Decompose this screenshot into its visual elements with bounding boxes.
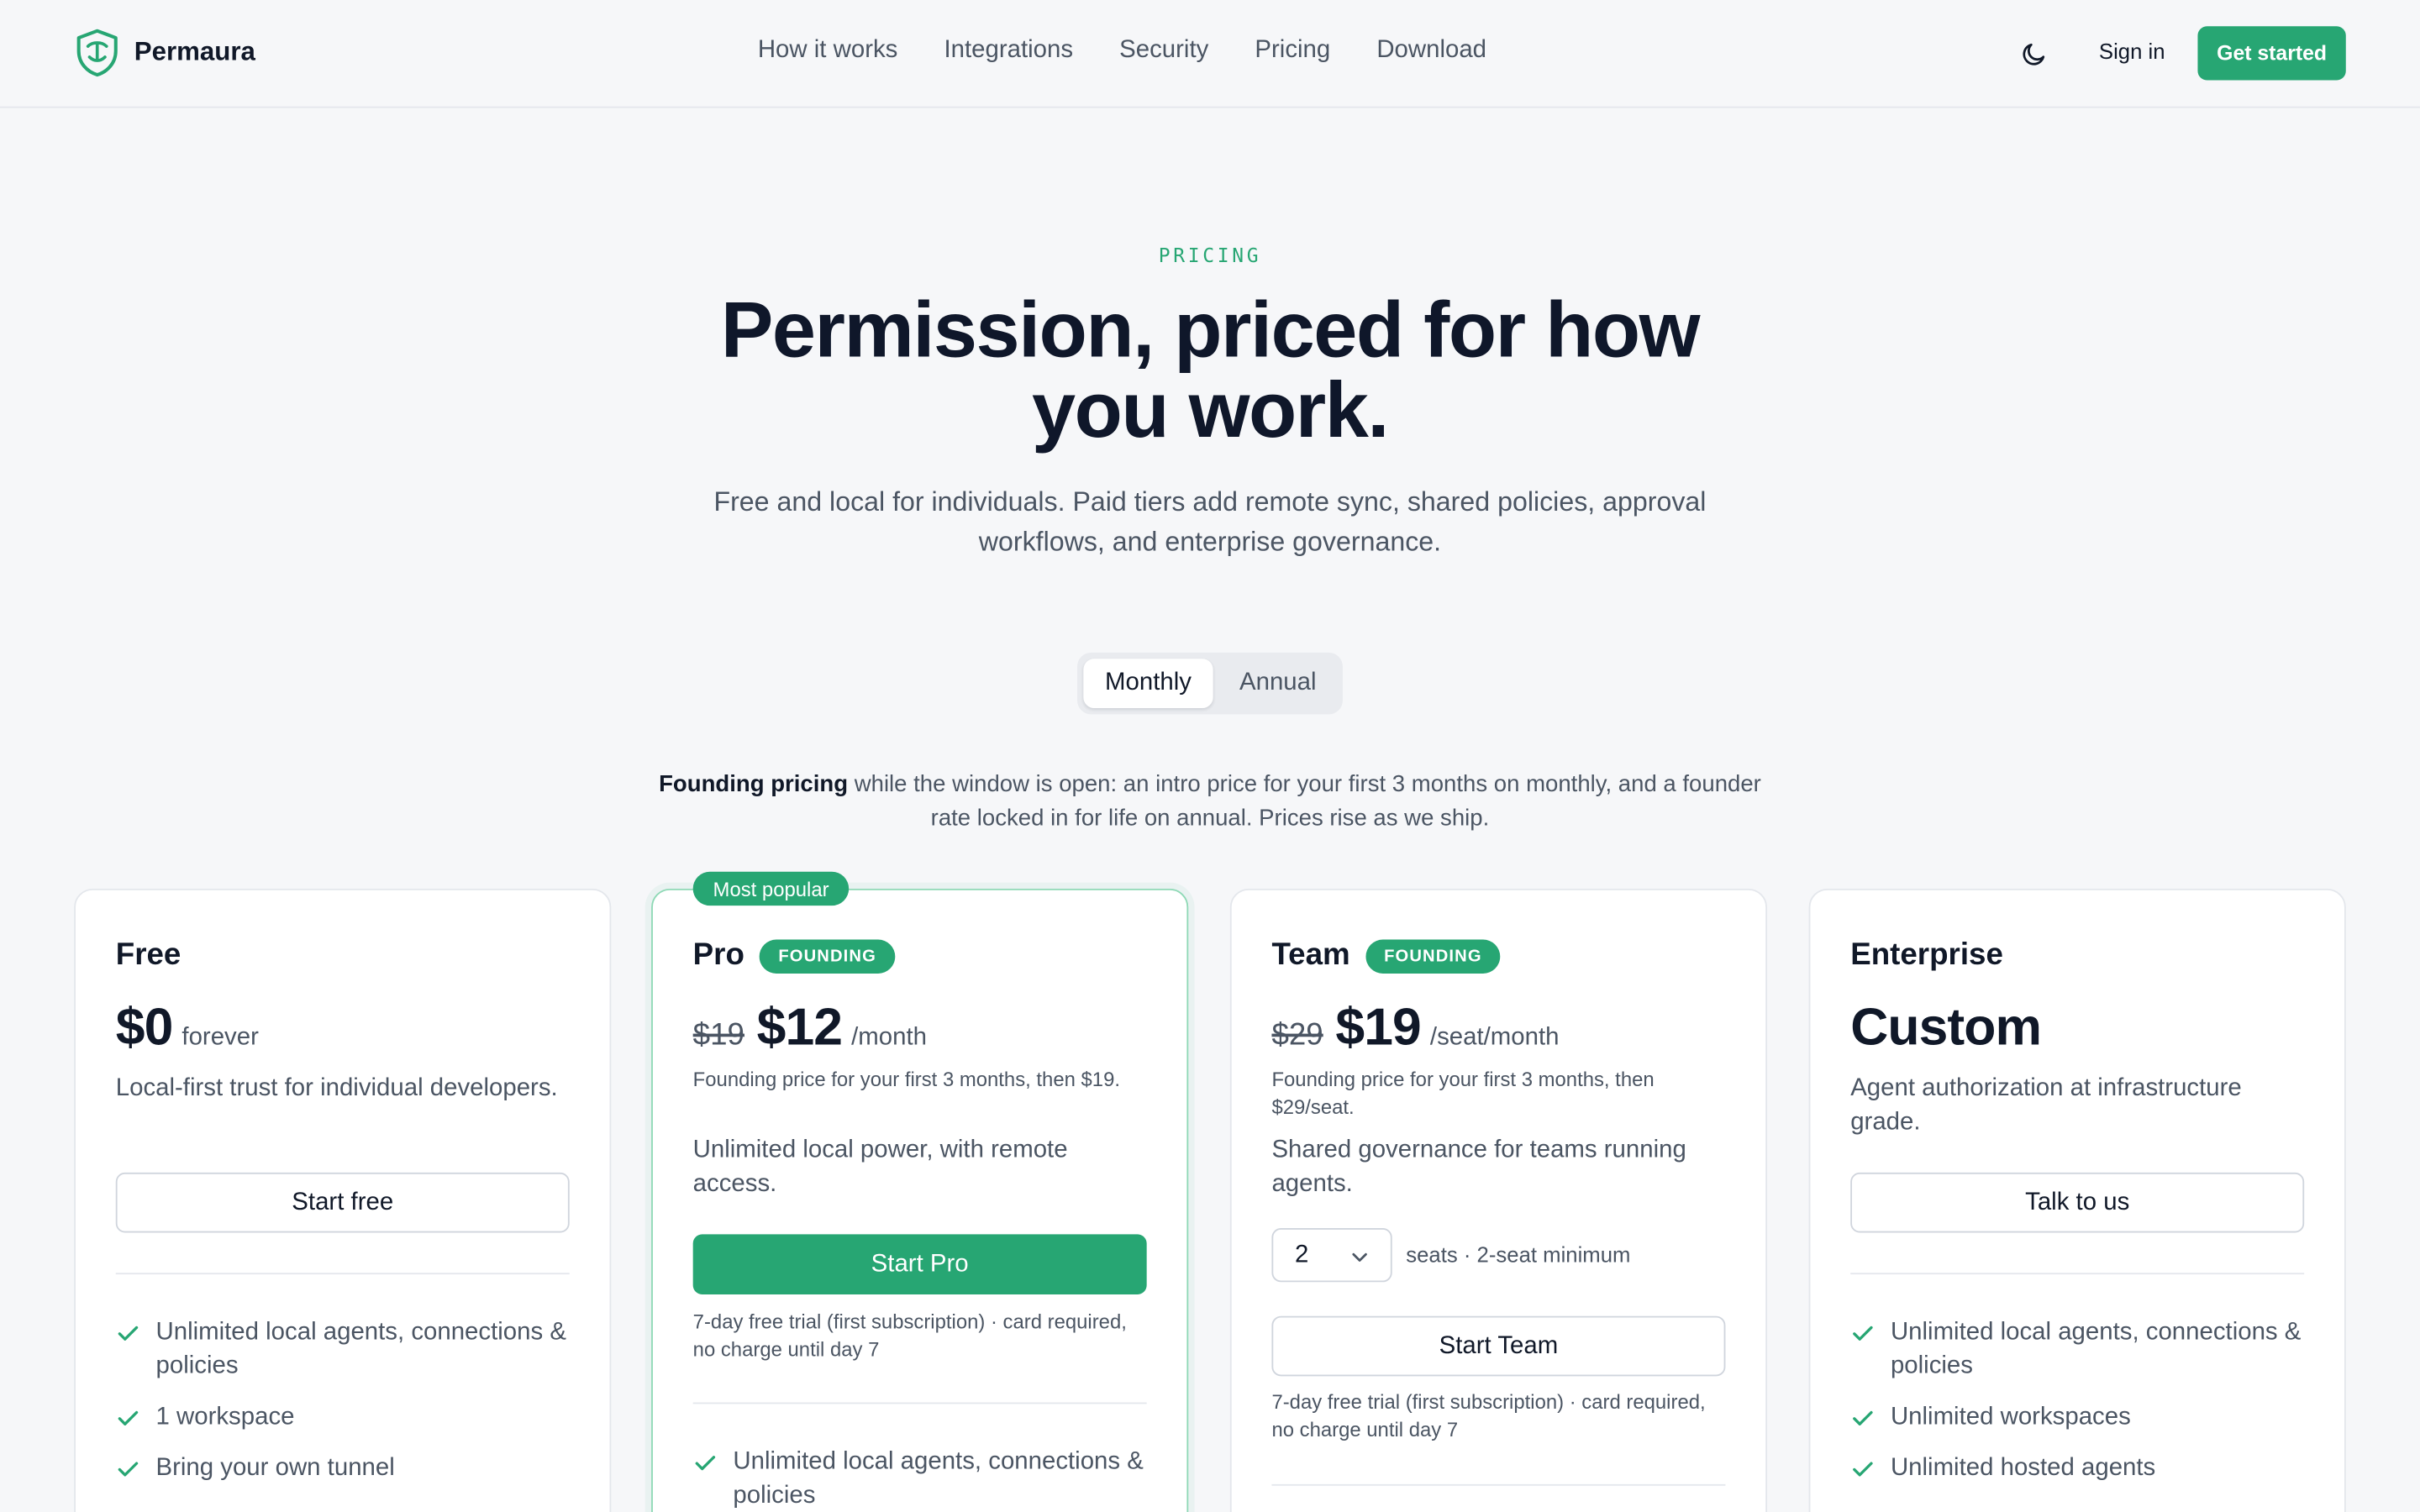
price-amount: $0 (115, 998, 174, 1058)
plan-card-free: Free $0 forever Local-first trust for in… (74, 888, 612, 1512)
plan-price: Custom (1850, 998, 2042, 1058)
plan-name: Free (116, 938, 182, 974)
nav-security[interactable]: Security (1119, 37, 1208, 65)
feature-item: Unlimited local agents, connections & po… (1850, 1316, 2307, 1384)
trial-note: 7-day free trial (first subscription) · … (692, 1310, 1127, 1361)
feature-item: Unlimited hosted agents (1850, 1452, 2307, 1485)
plan-description: Shared governance for teams running agen… (1271, 1137, 1686, 1198)
plan-name: Enterprise (1850, 938, 2003, 974)
price-note: Founding price for your first 3 months, … (692, 1067, 1121, 1091)
feature-item: Bring your own tunnel (116, 1452, 573, 1485)
talk-to-us-button[interactable]: Talk to us (1850, 1172, 2305, 1233)
plan-name: Pro FOUNDING (693, 938, 895, 974)
billing-toggle: Monthly Annual (1077, 652, 1343, 715)
check-icon (1853, 1462, 1873, 1477)
plan-description: Local-first trust for individual develop… (115, 1075, 558, 1102)
plan-price: $19 $12 /month (693, 998, 927, 1058)
brand-logo[interactable]: Permaura (74, 28, 255, 77)
plan-card-enterprise: Enterprise Custom Agent authorization at… (1808, 888, 2346, 1512)
old-price: $19 (692, 1018, 744, 1053)
moon-icon (2023, 43, 2045, 66)
start-team-button[interactable]: Start Team (1271, 1315, 1726, 1377)
feature-text: Unlimited workspaces (1890, 1404, 2131, 1431)
price-amount: $19 (1335, 998, 1421, 1058)
feature-text: Unlimited local agents, connections & po… (733, 1448, 1144, 1509)
price-period: /seat/month (1429, 1024, 1560, 1051)
feature-text: 1 workspace (155, 1404, 295, 1431)
nav-download[interactable]: Download (1376, 37, 1486, 65)
billing-annual-option[interactable]: Annual (1219, 659, 1337, 708)
old-price: $29 (1271, 1018, 1323, 1053)
feature-item: Unlimited workspaces (1850, 1401, 2307, 1435)
check-icon (1853, 1410, 1873, 1425)
card-divider (1271, 1483, 1726, 1486)
start-pro-button[interactable]: Start Pro (692, 1234, 1147, 1294)
plan-name-text: Team (1271, 937, 1350, 973)
start-free-button[interactable]: Start free (115, 1172, 570, 1233)
seats-note: seats · 2-seat minimum (1406, 1242, 1631, 1267)
seats-value: 2 (1294, 1242, 1309, 1268)
billing-monthly-option[interactable]: Monthly (1083, 659, 1213, 709)
feature-text: Unlimited local agents, connections & po… (1890, 1319, 2302, 1380)
plan-card-team: Team FOUNDING $29 $19 /seat/month Foundi… (1229, 888, 1768, 1512)
feature-list: Unlimited local agents, connections & po… (1850, 1316, 2307, 1503)
check-icon (118, 1326, 139, 1341)
feature-list: Unlimited local agents, connections & po… (116, 1316, 573, 1503)
brand-name: Permaura (134, 37, 255, 66)
pricing-eyebrow: PRICING (1158, 244, 1262, 267)
chevron-down-icon (1352, 1252, 1367, 1262)
most-popular-badge: Most popular (692, 871, 850, 906)
plan-description: Agent authorization at infrastructure gr… (1850, 1075, 2242, 1136)
founding-pricing-note: Founding pricing while the window is ope… (639, 769, 1781, 837)
check-icon (1853, 1326, 1873, 1341)
trial-note: 7-day free trial (first subscription) · … (1271, 1389, 1706, 1441)
plan-price: $29 $19 /seat/month (1271, 998, 1559, 1058)
card-divider (1850, 1273, 2305, 1275)
plan-price: $0 forever (116, 998, 259, 1058)
price-amount: Custom (1850, 998, 2042, 1058)
check-icon (695, 1456, 716, 1471)
sign-in-link[interactable]: Sign in (2099, 39, 2165, 63)
seats-select[interactable]: 2 (1271, 1228, 1392, 1283)
feature-item: Unlimited local agents, connections & po… (693, 1446, 1150, 1512)
founding-badge: FOUNDING (760, 938, 895, 974)
main-nav: How it works Integrations Security Prici… (758, 37, 1486, 65)
get-started-button[interactable]: Get started (2197, 26, 2346, 81)
founding-pricing-text: while the window is open: an intro price… (848, 771, 1761, 832)
founding-badge: FOUNDING (1365, 938, 1501, 974)
price-period: /month (851, 1024, 927, 1051)
plan-name-text: Free (115, 937, 182, 973)
shield-logo-icon (76, 29, 118, 77)
feature-text: Unlimited local agents, connections & po… (155, 1319, 566, 1380)
feature-item: Unlimited local agents, connections & po… (116, 1316, 573, 1384)
plan-name-text: Enterprise (1850, 937, 2003, 973)
nav-integrations[interactable]: Integrations (944, 37, 1073, 65)
founding-pricing-lead: Founding pricing (659, 771, 849, 798)
theme-toggle-button[interactable] (2018, 37, 2051, 71)
page-subtitle: Free and local for individuals. Paid tie… (713, 486, 1707, 558)
check-icon (118, 1462, 139, 1477)
price-note: Founding price for your first 3 months, … (1271, 1067, 1655, 1118)
feature-list: Unlimited local agents, connections & po… (693, 1446, 1150, 1512)
check-icon (118, 1410, 139, 1425)
plan-name: Team FOUNDING (1271, 937, 1501, 974)
plan-card-pro: Most popular Pro FOUNDING $19 $12 /month… (651, 871, 1189, 1512)
price-amount: $12 (756, 998, 843, 1058)
top-nav-bar: Permaura How it works Integrations Secur… (0, 0, 2420, 108)
page-title: Permission, priced for how you work. (720, 285, 1701, 454)
card-divider (692, 1402, 1147, 1404)
feature-text: Unlimited hosted agents (1890, 1455, 2156, 1482)
price-period: forever (182, 1024, 259, 1051)
plan-description: Unlimited local power, with remote acces… (692, 1137, 1068, 1198)
nav-how-it-works[interactable]: How it works (758, 37, 898, 65)
feature-item: 1 workspace (116, 1401, 573, 1435)
plan-name-text: Pro (692, 937, 744, 973)
card-divider (115, 1273, 570, 1275)
feature-text: Bring your own tunnel (155, 1455, 395, 1482)
page: Permaura How it works Integrations Secur… (0, 0, 2420, 1512)
nav-pricing[interactable]: Pricing (1255, 37, 1330, 65)
